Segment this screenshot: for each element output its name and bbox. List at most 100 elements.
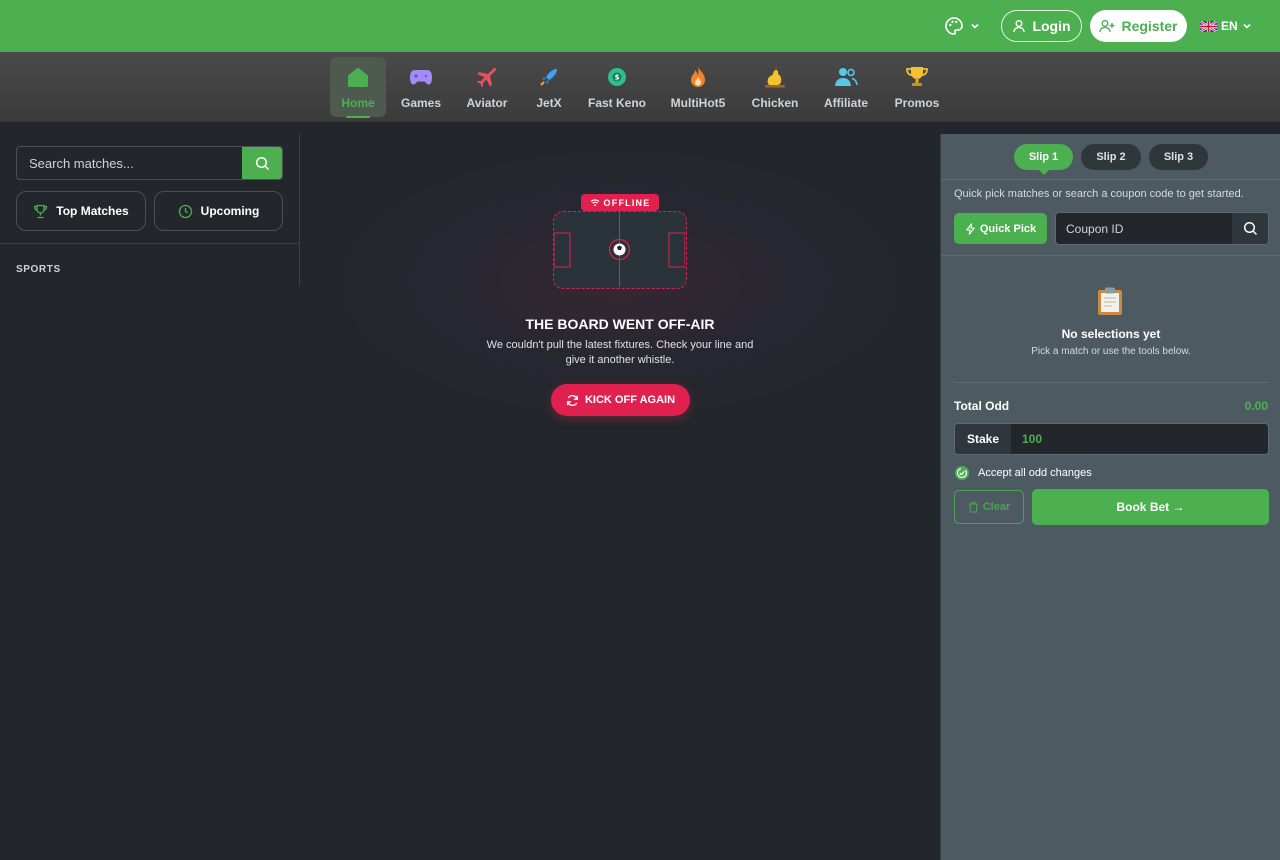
divider xyxy=(0,243,300,244)
search-button[interactable] xyxy=(242,147,282,179)
nav-label: Promos xyxy=(894,96,940,110)
svg-text:$: $ xyxy=(615,74,620,82)
check-circle-icon xyxy=(955,466,969,480)
search-icon xyxy=(1243,221,1257,236)
login-label: Login xyxy=(1032,18,1071,34)
top-matches-button[interactable]: Top Matches xyxy=(16,191,146,231)
rocket-icon xyxy=(536,64,562,90)
home-icon xyxy=(345,64,371,90)
accept-odd-changes-toggle[interactable]: Accept all odd changes xyxy=(954,465,1092,481)
total-odd-label: Total Odd xyxy=(954,399,1010,413)
language-selector[interactable]: EN xyxy=(1200,16,1252,36)
tab-label: Slip 1 xyxy=(1028,151,1059,163)
flame-icon xyxy=(685,64,711,90)
offline-badge-label: OFFLINE xyxy=(603,197,651,208)
chevron-down-icon xyxy=(1243,23,1251,29)
register-label: Register xyxy=(1121,18,1178,34)
coupon-search-box xyxy=(1055,212,1269,245)
plane-icon xyxy=(474,64,500,90)
quick-pick-label: Quick Pick xyxy=(979,222,1037,235)
nav-label: Affiliate xyxy=(823,96,868,110)
nav-item-promos[interactable]: Promos xyxy=(890,57,944,117)
login-button[interactable]: Login xyxy=(1001,10,1082,42)
nav-item-aviator[interactable]: Aviator xyxy=(461,57,513,117)
pitch-lines xyxy=(554,212,685,287)
football-pitch-illustration xyxy=(553,211,687,289)
empty-state-subtitle: Pick a match or use the tools below. xyxy=(1031,346,1191,357)
nav-label: Home xyxy=(341,96,375,110)
offline-message: We couldn't pull the latest fixtures. Ch… xyxy=(486,339,754,366)
nav-item-affiliate[interactable]: Affiliate xyxy=(818,57,874,117)
register-button[interactable]: Register xyxy=(1090,10,1187,42)
left-sidebar: Top Matches Upcoming SPORTS xyxy=(0,134,300,286)
main-nav: Home Games Aviator JetX $ Fast Keno Mult… xyxy=(0,52,1280,122)
nav-item-multihot5[interactable]: MultiHot5 xyxy=(666,57,730,117)
refresh-icon xyxy=(567,394,578,406)
nav-item-home[interactable]: Home xyxy=(330,57,386,118)
theme-switcher[interactable] xyxy=(944,16,980,36)
stake-label: Stake xyxy=(955,424,1011,454)
user-icon xyxy=(1013,20,1026,33)
book-bet-button[interactable]: Book Bet → xyxy=(1032,489,1269,525)
sports-section-title: SPORTS xyxy=(16,264,61,275)
upcoming-label: Upcoming xyxy=(200,204,260,218)
stake-field: Stake xyxy=(954,423,1269,455)
tab-label: Slip 3 xyxy=(1163,151,1194,163)
offline-title: THE BOARD WENT OFF-AIR xyxy=(525,316,715,332)
match-search-box xyxy=(16,146,283,180)
divider xyxy=(941,179,1280,180)
active-indicator xyxy=(346,116,370,118)
empty-state-title: No selections yet xyxy=(1061,327,1161,341)
tab-slip-1[interactable]: Slip 1 xyxy=(1014,144,1073,170)
nav-label: Aviator xyxy=(466,96,508,110)
chicken-icon xyxy=(762,64,788,90)
palette-icon xyxy=(945,17,963,35)
trophy-outline-icon xyxy=(34,204,48,218)
betslip-panel: Slip 1 Slip 2 Slip 3 Quick pick matches … xyxy=(940,134,1280,860)
nav-label: Fast Keno xyxy=(587,96,646,110)
nav-item-chicken[interactable]: Chicken xyxy=(748,57,802,117)
clear-label: Clear xyxy=(982,501,1011,513)
users-icon xyxy=(833,64,859,90)
top-bar: Login Register EN xyxy=(0,0,1280,52)
chevron-down-icon xyxy=(971,23,979,29)
clear-button[interactable]: Clear xyxy=(954,490,1024,524)
gamepad-icon xyxy=(408,64,434,90)
uk-flag-icon xyxy=(1200,20,1217,32)
stake-input[interactable] xyxy=(1011,424,1268,454)
nav-item-jetx[interactable]: JetX xyxy=(527,57,571,117)
lightning-icon xyxy=(966,222,975,235)
nav-item-fast-keno[interactable]: $ Fast Keno xyxy=(585,57,649,117)
tab-slip-3[interactable]: Slip 3 xyxy=(1149,144,1208,170)
divider xyxy=(941,255,1280,256)
keno-ball-icon: $ xyxy=(604,64,630,90)
wifi-icon xyxy=(590,199,599,207)
trophy-icon xyxy=(904,64,930,90)
top-matches-label: Top Matches xyxy=(56,204,129,218)
total-odd-value: 0.00 xyxy=(1244,399,1268,413)
tab-slip-2[interactable]: Slip 2 xyxy=(1081,144,1141,170)
user-plus-icon xyxy=(1099,20,1115,33)
retry-button[interactable]: KICK OFF AGAIN xyxy=(551,384,690,416)
accept-odd-changes-label: Accept all odd changes xyxy=(978,467,1092,479)
trash-icon xyxy=(968,501,978,513)
quick-pick-button[interactable]: Quick Pick xyxy=(954,213,1047,244)
nav-item-games[interactable]: Games xyxy=(395,57,447,117)
offline-badge: OFFLINE xyxy=(581,194,659,211)
clock-icon xyxy=(178,204,192,218)
search-icon xyxy=(255,156,269,170)
nav-label: JetX xyxy=(536,96,562,110)
nav-label: MultiHot5 xyxy=(670,96,726,110)
clipboard-icon xyxy=(1098,287,1122,315)
nav-label: Chicken xyxy=(751,96,799,110)
tab-label: Slip 2 xyxy=(1096,151,1126,163)
nav-label: Games xyxy=(400,96,442,110)
divider xyxy=(954,382,1269,383)
coupon-id-input[interactable] xyxy=(1056,213,1232,244)
book-bet-label: Book Bet → xyxy=(1116,500,1185,514)
betslip-hint: Quick pick matches or search a coupon co… xyxy=(954,188,1244,200)
upcoming-button[interactable]: Upcoming xyxy=(154,191,283,231)
retry-label: KICK OFF AGAIN xyxy=(584,394,676,406)
match-search-input[interactable] xyxy=(17,147,243,179)
coupon-search-button[interactable] xyxy=(1232,213,1268,244)
